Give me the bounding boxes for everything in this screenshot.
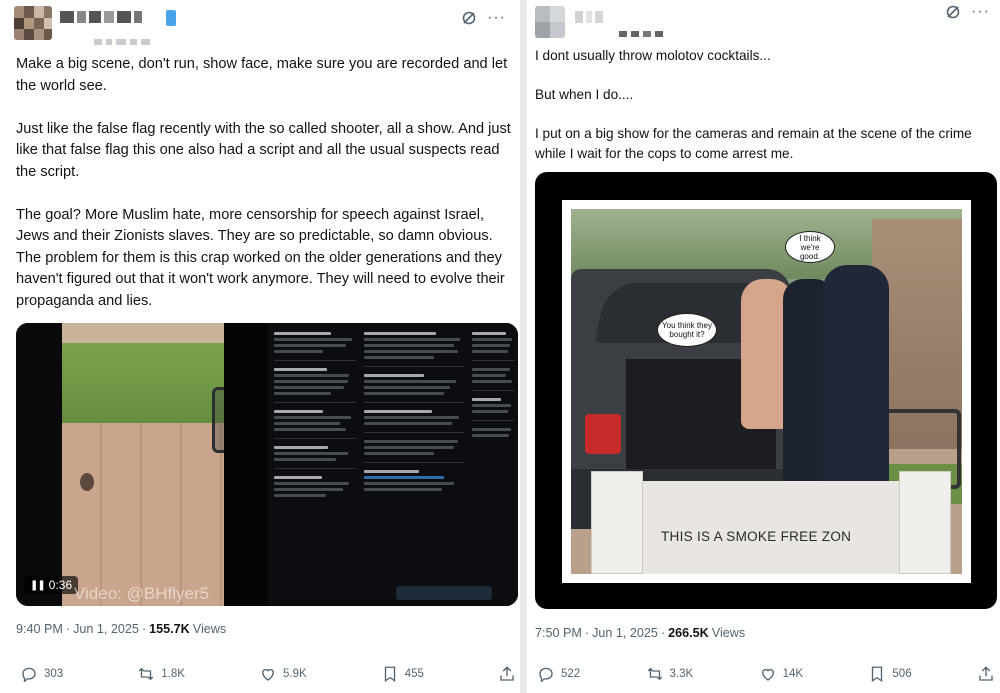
share-button[interactable] <box>498 665 516 683</box>
handle-redacted[interactable] <box>94 32 174 45</box>
meta-separator: · <box>660 626 666 640</box>
sign-base <box>603 481 933 574</box>
image-media[interactable]: THIS IS A SMOKE FREE ZON I think we're g… <box>535 172 997 609</box>
bookmark-button[interactable]: 506 <box>868 665 912 683</box>
reply-button[interactable]: 303 <box>20 665 63 683</box>
tweet-paragraph: But when I do.... <box>535 87 634 102</box>
like-count: 5.9K <box>282 668 307 680</box>
photo: THIS IS A SMOKE FREE ZON I think we're g… <box>571 209 962 574</box>
tweet-paragraph: Make a big scene, don't run, show face, … <box>16 56 508 94</box>
duration-label: 0:36 <box>48 578 73 592</box>
repost-count: 1.8K <box>161 668 185 680</box>
handle-redacted[interactable] <box>619 24 699 37</box>
repost-count: 3.3K <box>669 668 694 680</box>
repost-button[interactable]: 3.3K <box>646 665 694 683</box>
tweet-right: ··· I dont usually throw molotov cocktai… <box>527 0 1000 693</box>
reply-button[interactable]: 522 <box>537 665 580 683</box>
meme-card: THIS IS A SMOKE FREE ZON I think we're g… <box>562 200 971 583</box>
more-icon[interactable]: ··· <box>971 4 990 20</box>
tweet-time[interactable]: 7:50 PM <box>535 626 582 640</box>
views-count: 155.7K <box>149 622 190 636</box>
panel-divider <box>520 0 527 693</box>
bookmark-icon <box>872 666 883 683</box>
meta-separator: · <box>65 622 71 636</box>
share-icon <box>979 666 993 681</box>
more-icon[interactable]: ··· <box>487 10 506 26</box>
reply-icon <box>22 667 36 683</box>
repost-icon <box>647 667 662 681</box>
tweet-text: Make a big scene, don't run, show face, … <box>16 54 512 334</box>
meta-separator: · <box>584 626 590 640</box>
bookmark-count: 455 <box>404 668 424 680</box>
share-button[interactable] <box>977 665 995 683</box>
tweet-text: I dont usually throw molotov cocktails..… <box>535 46 992 183</box>
bookmark-icon <box>384 666 395 683</box>
tweet-date[interactable]: Jun 1, 2025 <box>73 622 139 636</box>
tweet-paragraph: I put on a big show for the cameras and … <box>535 126 972 161</box>
tweet-meta: 7:50 PM · Jun 1, 2025 · 266.5K Views <box>535 626 745 640</box>
speech-bubble-text: You think they bought it? <box>662 321 712 339</box>
speech-bubble-text: I think we're good. <box>799 233 821 261</box>
video-duration[interactable]: ❚❚ 0:36 <box>24 576 79 594</box>
views-count: 266.5K <box>668 626 709 640</box>
tweet-paragraph: The goal? More Muslim hate, more censors… <box>16 206 505 309</box>
like-button[interactable]: 14K <box>759 665 803 683</box>
tweet-time[interactable]: 9:40 PM <box>16 622 63 636</box>
pause-icon[interactable]: ❚❚ <box>30 580 46 591</box>
tweet-date[interactable]: Jun 1, 2025 <box>592 626 658 640</box>
repost-icon <box>139 667 154 681</box>
speech-bubble: I think we're good. <box>785 231 835 263</box>
like-button[interactable]: 5.9K <box>259 665 307 683</box>
speech-bubble: You think they bought it? <box>657 313 717 347</box>
views-label: Views <box>192 622 227 636</box>
tweet-meta: 9:40 PM · Jun 1, 2025 · 155.7K Views <box>16 622 226 636</box>
avatar[interactable] <box>14 6 52 40</box>
grok-icon[interactable] <box>461 10 477 26</box>
tweet-paragraph: I dont usually throw molotov cocktails..… <box>535 48 771 63</box>
display-name-redacted[interactable] <box>60 10 180 24</box>
action-bar: 303 1.8K 5.9K 455 <box>20 665 516 683</box>
repost-button[interactable]: 1.8K <box>137 665 185 683</box>
grok-icon[interactable] <box>945 4 961 20</box>
tweet-header: ··· <box>14 4 506 45</box>
share-icon <box>500 666 514 681</box>
video-player[interactable]: ❚❚ 0:36 Video: @BHflyer5 <box>16 323 518 606</box>
views-label: Views <box>711 626 746 640</box>
like-icon <box>761 668 774 681</box>
reply-icon <box>539 667 553 683</box>
video-frame-feed <box>268 323 518 606</box>
meta-separator: · <box>141 622 147 636</box>
action-bar: 522 3.3K 14K 506 <box>537 665 995 683</box>
sign-text: THIS IS A SMOKE FREE ZON <box>661 529 852 544</box>
display-name-redacted[interactable] <box>575 10 695 24</box>
reply-count: 303 <box>44 668 64 680</box>
bookmark-count: 506 <box>892 668 912 680</box>
officer-figure <box>823 265 889 515</box>
like-count: 14K <box>782 668 804 680</box>
video-watermark: Video: @BHflyer5 <box>74 584 210 603</box>
bookmark-button[interactable]: 455 <box>381 665 424 683</box>
tweet-comparison: ··· Make a big scene, don't run, show fa… <box>0 0 1000 693</box>
tweet-left: ··· Make a big scene, don't run, show fa… <box>0 0 520 693</box>
reply-count: 522 <box>561 668 581 680</box>
tweet-header: ··· <box>535 4 990 44</box>
avatar[interactable] <box>535 6 565 38</box>
tweet-paragraph: Just like the false flag recently with t… <box>16 120 511 180</box>
like-icon <box>262 668 274 681</box>
verified-badge <box>166 10 176 26</box>
